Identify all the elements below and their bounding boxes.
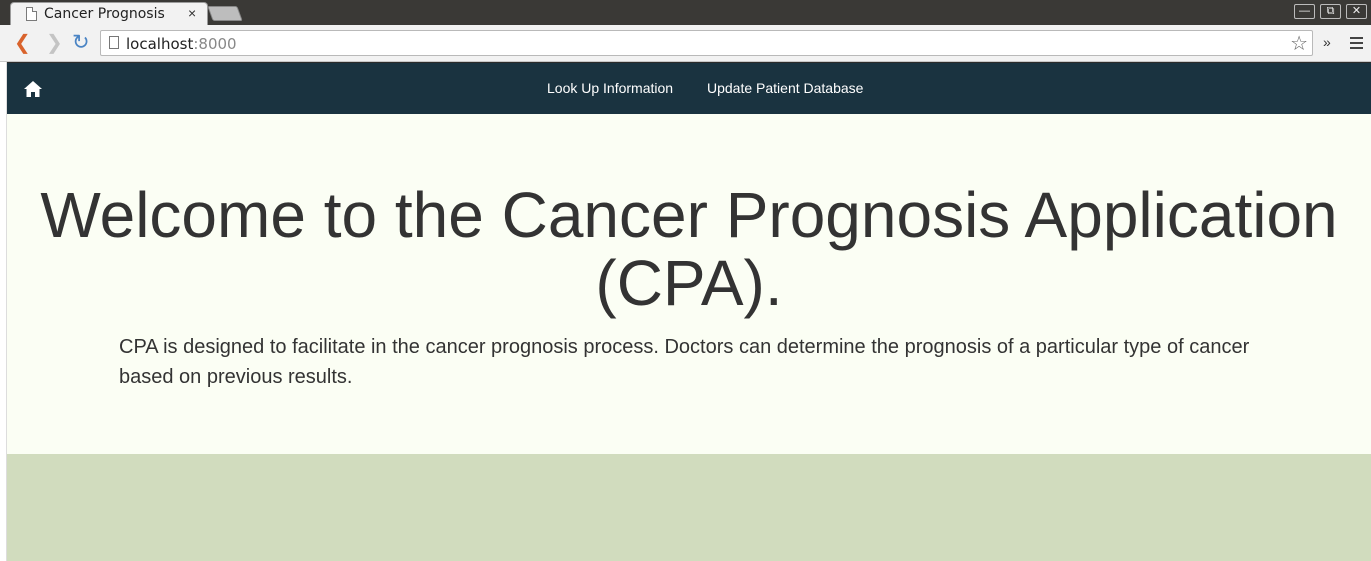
home-icon[interactable] [23,80,43,98]
restore-button[interactable]: ⧉ [1320,4,1341,19]
nav-link-look-up-information[interactable]: Look Up Information [547,80,673,96]
page-title: Welcome to the Cancer Prognosis Applicat… [40,179,1338,319]
browser-toolbar: ❮ ❯ ↻ localhost:8000 ☆ » [0,25,1371,62]
window-left-edge [0,62,7,561]
minimize-button[interactable]: — [1294,4,1315,19]
browser-menu-icon[interactable] [1350,37,1363,52]
url-text: localhost:8000 [126,35,237,53]
extensions-overflow-icon[interactable]: » [1323,34,1331,50]
forward-icon[interactable]: ❯ [46,33,63,53]
reload-icon[interactable]: ↻ [72,32,90,53]
page-icon [26,7,37,21]
footer-band [7,454,1371,561]
url-port: :8000 [193,35,237,53]
tab-title: Cancer Prognosis [44,6,165,22]
tab-close-icon[interactable]: × [188,5,196,21]
browser-tab-active[interactable]: Cancer Prognosis × [10,2,208,25]
site-navbar: Look Up Information Update Patient Datab… [7,63,1371,114]
close-window-button[interactable]: ✕ [1346,4,1367,19]
window-titlebar: Cancer Prognosis × — ⧉ ✕ [0,0,1371,25]
page-content: Look Up Information Update Patient Datab… [7,63,1371,561]
address-bar[interactable]: localhost:8000 ☆ [100,30,1313,56]
nav-link-update-patient-database[interactable]: Update Patient Database [707,80,863,96]
back-icon[interactable]: ❮ [14,33,31,53]
intro-paragraph: CPA is designed to facilitate in the can… [119,336,1250,388]
bookmark-star-icon[interactable]: ☆ [1290,31,1308,56]
url-host: localhost [126,35,194,53]
new-tab-button[interactable] [207,6,243,21]
page-info-icon [109,36,119,49]
